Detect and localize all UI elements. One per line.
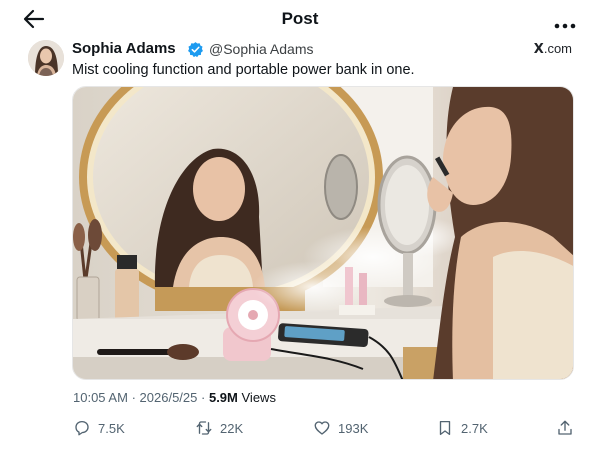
retweet-count: 22K (220, 420, 244, 436)
reply-icon (75, 420, 89, 436)
author-name[interactable]: Sophia Adams (72, 40, 176, 57)
post-media[interactable] (72, 86, 574, 380)
share-button[interactable] (556, 417, 574, 439)
retweet-icon (196, 421, 212, 435)
action-bar: 7.5K 22K 193K 2.7K (0, 417, 600, 439)
photo-woman-mirror-mist-fan (73, 87, 573, 379)
reply-button[interactable]: 7.5K (73, 417, 125, 439)
post-date[interactable]: 2026/5/25 (140, 390, 198, 405)
x-logo-icon: X (533, 42, 544, 57)
more-options-button[interactable] (554, 16, 576, 29)
page-title: Post (281, 9, 319, 28)
source-label: X.com (534, 41, 572, 57)
avatar-image (28, 40, 64, 76)
bookmark-count: 2.7K (461, 420, 488, 436)
avatar[interactable] (28, 40, 64, 76)
meta-separator: · (201, 390, 206, 405)
verified-badge-icon (188, 42, 203, 58)
views-count: 5.9M (208, 390, 238, 405)
retweet-button[interactable]: 22K (195, 417, 243, 439)
post-text: Mist cooling function and portable power… (72, 62, 415, 78)
author-handle[interactable]: @Sophia Adams (209, 41, 314, 57)
heart-icon (314, 421, 330, 435)
like-count: 193K (338, 420, 369, 436)
like-button[interactable]: 193K (313, 417, 368, 439)
post-meta: 10:05 AM · 2026/5/25 · 5.9M Views (73, 390, 276, 405)
bookmark-icon (439, 420, 451, 436)
top-bar: Post (0, 0, 600, 38)
meta-separator: · (131, 390, 136, 405)
views-label: Views (241, 390, 276, 405)
share-icon (558, 420, 572, 435)
post-time[interactable]: 10:05 AM (73, 390, 128, 405)
more-horizontal-icon (554, 23, 576, 29)
reply-count: 7.5K (98, 420, 125, 436)
source-suffix: .com (543, 41, 572, 56)
bookmark-button[interactable]: 2.7K (436, 417, 488, 439)
